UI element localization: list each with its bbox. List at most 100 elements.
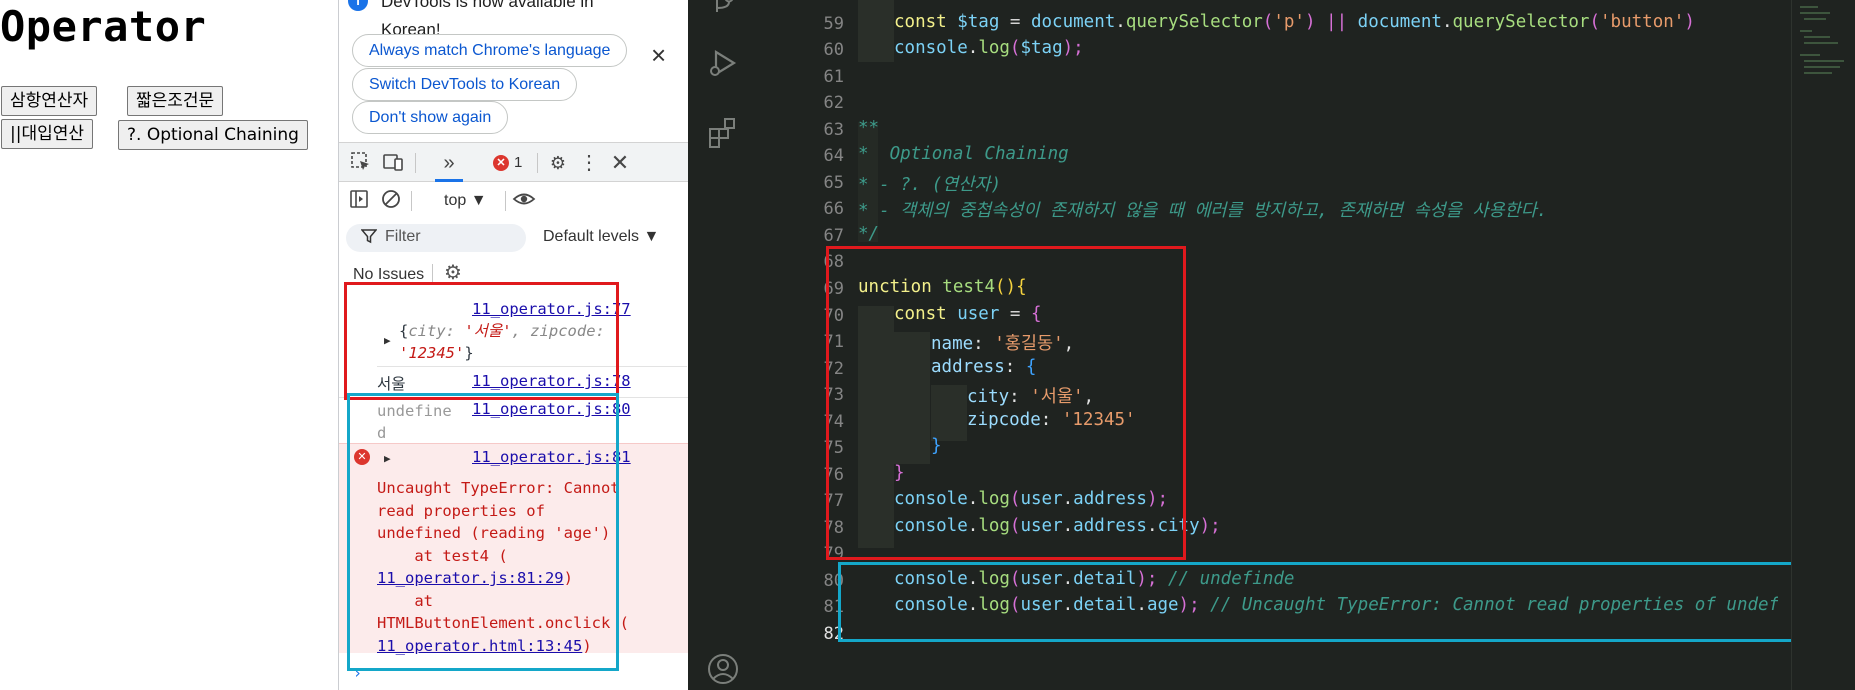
line-number: 70	[823, 306, 844, 326]
code-line-64: * Optional Chaining	[858, 144, 1069, 164]
filter-row: Filter Default levels ▼	[339, 220, 688, 256]
line-number: 72	[823, 359, 844, 379]
line-number: 65	[823, 173, 844, 193]
close-icon[interactable]: ×	[651, 42, 666, 68]
line-number: 59	[823, 14, 844, 34]
language-banner: i DevTools is now available in Korean! A…	[339, 0, 688, 140]
sidebar-toggle-icon[interactable]	[347, 189, 371, 213]
eye-icon[interactable]	[512, 189, 536, 213]
page-pane: Operator 삼항연산자 짧은조건문 ||대입연산 ?. Optional …	[0, 0, 338, 690]
code-line-78: console.log(user.address.city);	[894, 516, 1221, 536]
line-number: 76	[823, 465, 844, 485]
line-number: 80	[823, 571, 844, 591]
line-number: 71	[823, 332, 844, 352]
always-match-language-button[interactable]: Always match Chrome's language	[352, 34, 628, 67]
code-area[interactable]: const $tag = document.querySelector('p')…	[848, 0, 1778, 690]
source-control-icon[interactable]	[705, 0, 741, 22]
code-line-73: city: '서울',	[967, 387, 1095, 407]
context-select[interactable]: top ▼	[444, 192, 487, 210]
page-title: Operator	[0, 2, 207, 51]
account-icon[interactable]	[705, 652, 741, 688]
device-icon[interactable]	[381, 151, 405, 175]
more-panels-icon[interactable]: »	[437, 151, 461, 175]
line-number: 75	[823, 438, 844, 458]
no-issues-label: No Issues	[353, 266, 425, 283]
console-message: undefined 11_operator.js:80	[339, 398, 688, 443]
line-number: 78	[823, 518, 844, 538]
optional-chaining-button[interactable]: ?. Optional Chaining	[118, 120, 308, 150]
code-line-63: **	[858, 118, 880, 138]
filter-placeholder: Filter	[385, 228, 421, 245]
close-devtools-icon[interactable]: ✕	[608, 151, 632, 175]
console-toolbar: top ▼	[339, 182, 688, 220]
line-number: 79	[823, 544, 844, 564]
source-link[interactable]: 11_operator.js:81	[472, 448, 631, 466]
line-number: 61	[823, 67, 844, 87]
code-line-81: console.log(user.detail.age); // Uncaugh…	[894, 595, 1778, 615]
or-assign-button[interactable]: ||대입연산	[1, 119, 94, 149]
line-number: 64	[823, 146, 844, 166]
short-circuit-button[interactable]: 짧은조건문	[127, 86, 224, 116]
devtools-main-toolbar: » ✕ 1 ⚙ ⋮ ✕	[339, 142, 688, 182]
line-number-gutter: 59 60 61 62 63 64 65 66 67 68 69 70 71 7…	[758, 0, 848, 690]
prompt-chevron-icon[interactable]: ›	[353, 664, 362, 682]
error-message: ✕ ▶ 11_operator.js:81 Uncaught TypeError…	[339, 443, 688, 655]
ternary-button[interactable]: 삼항연산자	[1, 86, 98, 116]
line-number: 68	[823, 252, 844, 272]
line-number: 69	[823, 279, 844, 299]
error-count[interactable]: 1	[514, 154, 522, 171]
minimap[interactable]	[1791, 0, 1855, 690]
issues-row: No Issues ⚙	[339, 258, 688, 286]
code-line-59: const $tag = document.querySelector('p')…	[894, 12, 1695, 32]
extensions-icon[interactable]	[705, 116, 741, 152]
code-line-74: zipcode: '12345'	[967, 410, 1136, 430]
error-x-icon: ✕	[354, 449, 370, 465]
console-message: 서울 11_operator.js:78	[339, 367, 688, 397]
line-number: 62	[823, 93, 844, 113]
code-line-65: * - ?. (연산자)	[858, 175, 1002, 195]
log-levels-select[interactable]: Default levels ▼	[543, 228, 659, 246]
line-number: 66	[823, 199, 844, 219]
error-stack: Uncaught TypeError: Cannot read properti…	[377, 479, 629, 655]
source-link[interactable]: 11_operator.js:80	[472, 400, 631, 418]
error-icon[interactable]: ✕	[493, 155, 509, 171]
expand-triangle-icon[interactable]: ▶	[384, 334, 391, 347]
code-line-67: */	[858, 224, 880, 244]
code-line-77: console.log(user.address);	[894, 489, 1169, 509]
run-debug-icon[interactable]	[705, 46, 741, 82]
dont-show-again-button[interactable]: Don't show again	[352, 101, 509, 134]
line-number: 60	[823, 40, 844, 60]
code-editor: 59 60 61 62 63 64 65 66 67 68 69 70 71 7…	[688, 0, 1855, 690]
stack-link[interactable]: 11_operator.html:13:45	[377, 637, 582, 655]
source-link[interactable]: 11_operator.js:78	[472, 372, 631, 390]
code-line-76: }	[894, 463, 905, 483]
code-line-66: * - 객체의 중첩속성이 존재하지 않을 때 에러를 방지하고, 존재하면 속…	[858, 201, 1548, 221]
stack-link[interactable]: 11_operator.js:81:29	[377, 569, 564, 587]
kebab-menu-icon[interactable]: ⋮	[577, 151, 601, 175]
line-number: 74	[823, 412, 844, 432]
devtools-panel: i DevTools is now available in Korean! A…	[338, 0, 688, 690]
object-preview[interactable]: {city: '서울', zipcode: '12345'}	[399, 320, 629, 364]
line-number: 81	[823, 597, 844, 617]
source-link[interactable]: 11_operator.js:77	[472, 300, 631, 318]
clear-console-icon[interactable]	[379, 189, 403, 213]
inspect-icon[interactable]	[349, 151, 373, 175]
line-number: 67	[823, 226, 844, 246]
expand-triangle-icon[interactable]: ▶	[384, 452, 391, 465]
code-line-80: console.log(user.detail); // undefinde	[894, 569, 1295, 589]
line-number: 77	[823, 491, 844, 511]
line-number-active: 82	[823, 624, 844, 644]
switch-to-korean-button[interactable]: Switch DevTools to Korean	[352, 68, 578, 101]
line-number: 73	[823, 385, 844, 405]
code-line-72: address: {	[931, 357, 1037, 377]
code-line-71: name: '홍길동',	[931, 334, 1075, 354]
code-line-70: const user = {	[894, 304, 1042, 324]
line-number: 63	[823, 120, 844, 140]
code-line-75: }	[931, 436, 942, 456]
code-line-69: unction test4(){	[858, 277, 1027, 297]
gear-icon[interactable]: ⚙	[444, 260, 462, 285]
log-value: undefined	[377, 402, 452, 442]
log-value: 서울	[377, 375, 406, 393]
filter-icon	[360, 228, 378, 249]
settings-icon[interactable]: ⚙	[546, 151, 570, 175]
